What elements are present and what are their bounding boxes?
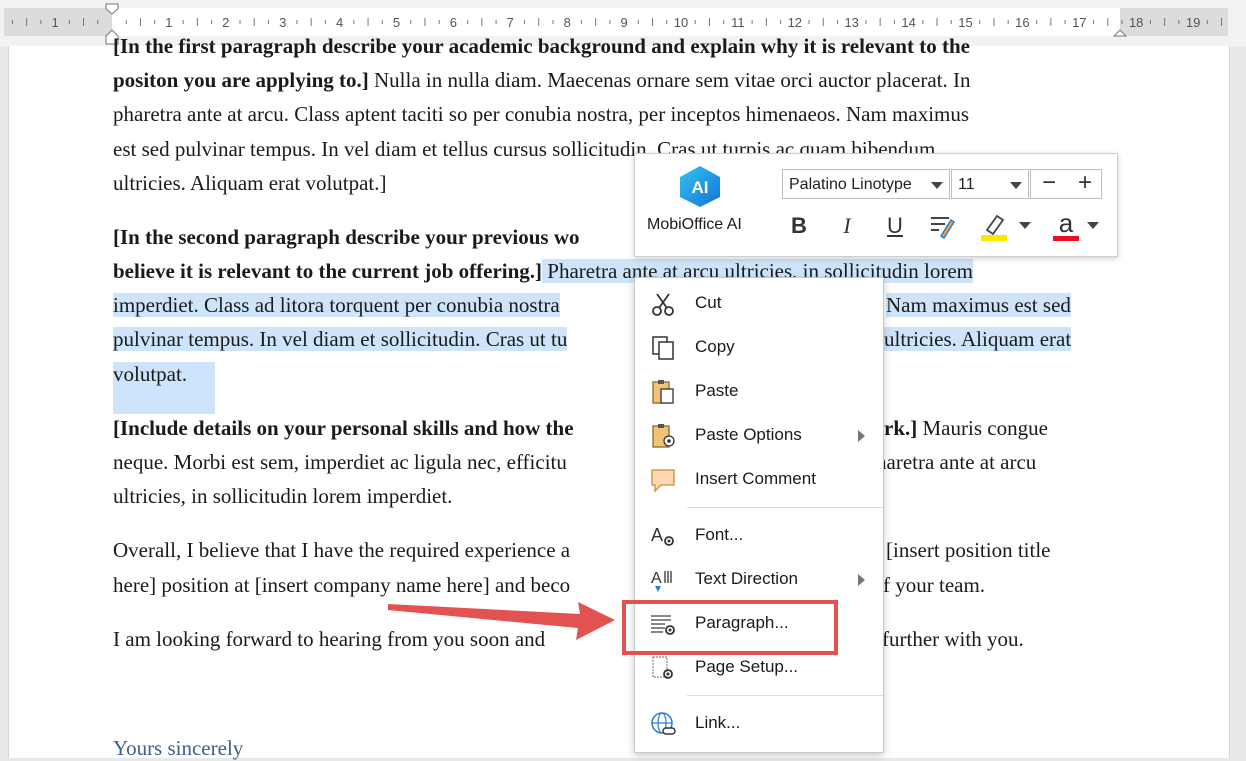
ruler-number: 2 (222, 15, 229, 30)
menu-item-paste[interactable]: Paste (635, 372, 883, 412)
font-name-dropdown[interactable]: Palatino Linotype (782, 169, 950, 199)
font-color-swatch (1053, 236, 1079, 241)
font-size-dropdown[interactable]: 11 (951, 169, 1029, 199)
paragraph-1-line-0[interactable]: [In the first paragraph describe your ac… (113, 34, 970, 59)
submenu-arrow-icon (858, 574, 865, 586)
paragraph-1-line-2[interactable]: pharetra ante at arcu. Class aptent taci… (113, 102, 969, 127)
menu-item-link[interactable]: Link... (635, 704, 883, 744)
ruler-number: 1 (51, 15, 58, 30)
ruler-number: 17 (1072, 15, 1086, 30)
ruler-number: 13 (844, 15, 858, 30)
link-icon (651, 712, 676, 735)
svg-text:AI: AI (692, 178, 709, 197)
paste-options-icon (652, 424, 675, 448)
closing-text[interactable]: Yours sincerely (113, 736, 243, 761)
paragraph-2-line-4[interactable]: volutpat. (113, 362, 215, 414)
paragraph-3-line-2[interactable]: ultricies, in sollicitudin lorem imperdi… (113, 484, 452, 509)
ruler-number: 18 (1129, 15, 1143, 30)
ruler-number: 15 (958, 15, 972, 30)
mobioffice-ai-icon[interactable]: AI (677, 164, 723, 208)
font-size-stepper: − + (1030, 169, 1102, 199)
menu-item-insert-comment[interactable]: Insert Comment (635, 460, 883, 500)
paragraph-2-line-3-right[interactable]: ultricies. Aliquam erat (884, 327, 1072, 352)
paragraph-5-line-0-right[interactable]: further with you. (882, 627, 1024, 652)
mobioffice-ai-label[interactable]: MobiOffice AI (647, 216, 742, 234)
increase-font-size-button[interactable]: + (1067, 170, 1103, 198)
text-direction-icon: A (651, 570, 672, 592)
paragraph-3-line-0[interactable]: [Include details on your personal skills… (113, 416, 574, 441)
underline-button[interactable]: U (881, 210, 909, 242)
selected-text[interactable]: volutpat. (113, 362, 187, 386)
menu-item-cut[interactable]: Cut (635, 284, 883, 324)
selected-text[interactable]: Nam maximus est sed (886, 293, 1071, 317)
bold-button[interactable]: B (785, 210, 813, 242)
paragraph-4-line-1[interactable]: here] position at [insert company name h… (113, 573, 570, 598)
ruler-number: 5 (393, 15, 400, 30)
copy-icon (652, 336, 674, 360)
selected-text[interactable]: ultricies. Aliquam erat (884, 327, 1072, 351)
page-setup-icon (652, 656, 673, 679)
paragraph-3-line-1-right[interactable]: haretra ante at arcu (876, 450, 1036, 475)
ruler-number: 12 (788, 15, 802, 30)
paragraph-5-line-0[interactable]: I am looking forward to hearing from you… (113, 627, 545, 652)
ruler-number: 14 (901, 15, 915, 30)
font-color-dropdown-icon[interactable] (1087, 222, 1099, 229)
paragraph-3-line-1[interactable]: neque. Morbi est sem, imperdiet ac ligul… (113, 450, 567, 475)
paste-icon (652, 380, 674, 404)
ruler-number: 11 (731, 15, 745, 30)
submenu-arrow-icon (858, 430, 865, 442)
menu-item-copy[interactable]: Copy (635, 328, 883, 368)
ruler-number: 7 (507, 15, 514, 30)
decrease-font-size-button[interactable]: − (1031, 170, 1067, 198)
context-menu: Cut Copy Paste Paste Options Insert Comm… (634, 277, 884, 753)
menu-separator (687, 507, 883, 508)
font-color-button[interactable]: a (1051, 210, 1081, 242)
ruler-number: 10 (674, 15, 688, 30)
clear-formatting-icon[interactable] (927, 212, 957, 242)
chevron-down-icon (1010, 182, 1022, 189)
annotation-highlight-box (622, 600, 838, 655)
ruler-number: 19 (1186, 15, 1200, 30)
menu-separator (687, 695, 883, 696)
scissors-icon (652, 293, 674, 316)
font-settings-icon: A (651, 525, 674, 546)
svg-text:A: A (651, 525, 663, 545)
paragraph-3-line-0-right[interactable]: rk.] Mauris congue (884, 416, 1048, 441)
highlight-icon[interactable] (979, 212, 1011, 242)
paragraph-2-line-2[interactable]: imperdiet. Class ad litora torquent per … (113, 293, 560, 318)
ruler-number: 1 (165, 15, 172, 30)
ruler-number: 6 (450, 15, 457, 30)
chevron-down-icon (931, 182, 943, 189)
right-indent-marker[interactable] (1112, 29, 1128, 37)
paragraph-2-line-3[interactable]: pulvinar tempus. In vel diam et sollicit… (113, 327, 568, 352)
svg-text:A: A (651, 570, 662, 587)
paragraph-2-line-2-right[interactable]: Nam maximus est sed (886, 293, 1071, 318)
selected-text[interactable]: imperdiet. Class ad litora torquent per … (113, 293, 560, 317)
italic-button[interactable]: I (833, 210, 861, 242)
menu-item-font[interactable]: A Font... (635, 516, 883, 556)
paragraph-4-line-0-right[interactable]: [insert position title (886, 538, 1050, 563)
ruler-number: 3 (279, 15, 286, 30)
selected-text[interactable]: pulvinar tempus. In vel diam et sollicit… (113, 327, 568, 351)
ruler-number: 16 (1015, 15, 1029, 30)
mini-toolbar: AI MobiOffice AI Palatino Linotype 11 − … (634, 153, 1118, 257)
paragraph-1-line-1[interactable]: positon you are applying to.] Nulla in n… (113, 68, 971, 93)
comment-icon (651, 469, 675, 493)
ruler-number: 9 (620, 15, 627, 30)
menu-item-text-direction[interactable]: A Text Direction (635, 560, 883, 600)
highlight-dropdown-icon[interactable] (1019, 222, 1031, 229)
paragraph-4-line-1-right[interactable]: f your team. (883, 573, 985, 598)
paragraph-2-line-0[interactable]: [In the second paragraph describe your p… (113, 225, 580, 250)
ruler-number: 4 (336, 15, 343, 30)
menu-item-paste-options[interactable]: Paste Options (635, 416, 883, 456)
ruler-number: 8 (564, 15, 571, 30)
paragraph-4-line-0[interactable]: Overall, I believe that I have the requi… (113, 538, 570, 563)
paragraph-1-line-4[interactable]: ultricies. Aliquam erat volutpat.] (113, 171, 387, 196)
first-line-indent-marker[interactable] (105, 3, 119, 15)
